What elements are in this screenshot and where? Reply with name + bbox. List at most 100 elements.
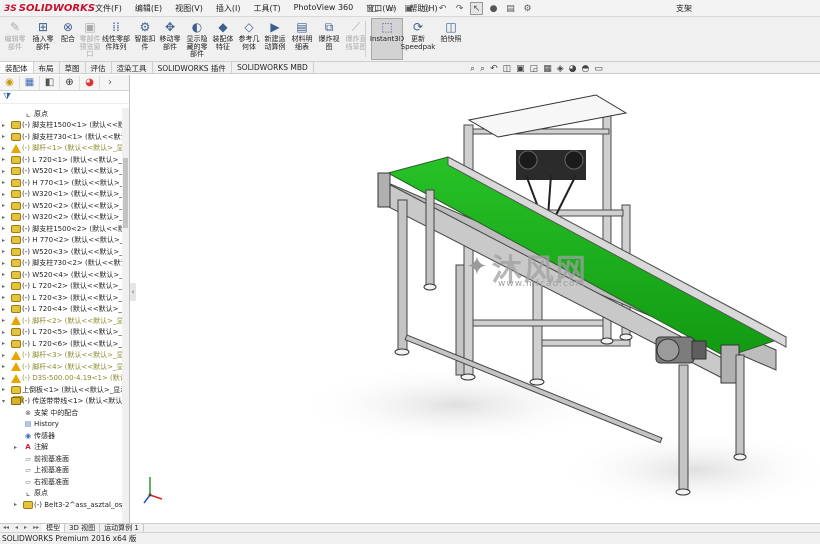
tree-item[interactable]: ⌞ 原点 xyxy=(0,488,123,500)
select-icon[interactable]: ↖ xyxy=(470,2,483,15)
expand-toggle-icon[interactable]: ▸ xyxy=(2,168,10,175)
expand-toggle-icon[interactable]: ▸ xyxy=(2,248,10,255)
apply-scene-icon[interactable]: ◓ xyxy=(581,64,589,74)
tree-item[interactable]: ▸ A 注解 xyxy=(0,442,123,454)
expand-toggle-icon[interactable]: ▸ xyxy=(2,133,10,140)
display-manager-tab-icon[interactable]: ◕ xyxy=(80,75,100,90)
tree-item[interactable]: ▸ (-) W520<3> (默认<<默认>_显示 xyxy=(0,246,123,258)
menu-item[interactable]: PhotoView 360 xyxy=(294,3,354,14)
file-properties-icon[interactable]: ▤ xyxy=(504,2,517,15)
graphics-area[interactable]: ✦ 沐风网 www.mfcad.com xyxy=(136,75,820,523)
command-tab[interactable]: 评估 xyxy=(86,62,112,73)
new-document-icon[interactable]: ▢ xyxy=(368,2,381,15)
expand-toggle-icon[interactable]: ▸ xyxy=(2,156,10,163)
expand-toggle-icon[interactable]: ▸ xyxy=(2,306,10,313)
section-view-icon[interactable]: ◫ xyxy=(503,64,512,74)
property-manager-tab-icon[interactable]: ▦ xyxy=(20,75,40,90)
expand-toggle-icon[interactable]: ▸ xyxy=(2,329,10,336)
tree-item[interactable]: ▱ 前视基准面 xyxy=(0,453,123,465)
edit-appearance-icon[interactable]: ◕ xyxy=(569,64,577,74)
tab-scroll-icon[interactable]: ▸ xyxy=(21,524,30,532)
command-tab[interactable]: 渲染工具 xyxy=(112,62,153,73)
panel-expand-icon[interactable]: › xyxy=(100,76,120,90)
menu-item[interactable]: 编辑(E) xyxy=(135,3,162,14)
dimxpert-tab-icon[interactable]: ⊕ xyxy=(60,75,80,90)
feature-manager-tab-icon[interactable]: ◉ xyxy=(0,75,20,90)
tree-item[interactable]: ▤ History xyxy=(0,419,123,431)
linear-pattern-button[interactable]: ⁞⁞ 线性零部 件阵列 xyxy=(102,19,130,51)
tree-item[interactable]: ▸ (-) W320<2> (默认<<默认>_显示 xyxy=(0,212,123,224)
tree-item[interactable]: ▸ (-) W520<2> (默认<<默认>_显示 xyxy=(0,200,123,212)
expand-toggle-icon[interactable]: ▸ xyxy=(2,237,10,244)
tab-scroll-icon[interactable]: ◂ xyxy=(12,524,21,532)
tree-item[interactable]: ▸ (-) 脚杆<1> (默认<<默认>_显 xyxy=(0,143,123,155)
tree-item[interactable]: ▸ (-) L 720<5> (默认<<默认>_显示 xyxy=(0,327,123,339)
tree-item[interactable]: ▸ (-) 脚杆<4> (默认<<默认>_显 xyxy=(0,361,123,373)
snapshot-button[interactable]: ◫ 拍快照 xyxy=(438,19,464,44)
command-tab[interactable]: 布局 xyxy=(34,62,60,73)
tree-item[interactable]: ▸ (-) D3S-500.00-4.19<1> (默认 xyxy=(0,373,123,385)
expand-toggle-icon[interactable]: ▸ xyxy=(2,214,10,221)
tree-item[interactable]: ▸ 上倒板<1> (默认<<默认>_显示 xyxy=(0,384,123,396)
tree-item[interactable]: ▸ (-) H 770<1> (默认<<默认>_显示 xyxy=(0,177,123,189)
tree-item[interactable]: ⊗ 支架 中的配合 xyxy=(0,407,123,419)
expand-toggle-icon[interactable]: ▸ xyxy=(2,225,10,232)
scrollbar-thumb[interactable] xyxy=(123,158,128,228)
tree-item[interactable]: ▸ (-) 脚支柱1500<2> (默认<<默认>_ xyxy=(0,223,123,235)
display-style-icon[interactable]: ▦ xyxy=(543,64,552,74)
expand-toggle-icon[interactable]: ▸ xyxy=(2,294,10,301)
expand-toggle-icon[interactable]: ▸ xyxy=(2,191,10,198)
tree-item[interactable]: ◉ 传感器 xyxy=(0,430,123,442)
expand-toggle-icon[interactable]: ▸ xyxy=(14,444,22,451)
command-tab[interactable]: 草图 xyxy=(60,62,86,73)
tree-item[interactable]: ▸ (-) W320<1> (默认<<默认>_显示 xyxy=(0,189,123,201)
command-tab[interactable]: 装配体 xyxy=(0,62,34,73)
expand-toggle-icon[interactable]: ▸ xyxy=(2,202,10,209)
expand-toggle-icon[interactable]: ▸ xyxy=(2,122,10,129)
redo-icon[interactable]: ↷ xyxy=(453,2,466,15)
tree-item[interactable]: ▸ (-) L 720<1> (默认<<默认>_显示 xyxy=(0,154,123,166)
tree-scrollbar[interactable] xyxy=(122,108,129,528)
expand-toggle-icon[interactable]: ▸ xyxy=(2,386,10,393)
expand-toggle-icon[interactable]: ▸ xyxy=(2,271,10,278)
undo-icon[interactable]: ↶ xyxy=(436,2,449,15)
insert-component-button[interactable]: ⊞ 插入零 部件 xyxy=(30,19,56,51)
tab-scroll-icon[interactable]: ▸▸ xyxy=(30,524,42,532)
menu-item[interactable]: 文件(F) xyxy=(95,3,122,14)
menu-item[interactable]: 插入(I) xyxy=(216,3,241,14)
bottom-tab[interactable]: 运动算例 1 xyxy=(100,524,144,532)
tree-item[interactable]: ▾ (-) 传送带带线<1> (默认<默认_显 xyxy=(0,396,123,408)
tree-item[interactable]: ▸ (-) W520<4> (默认<<默认>_显示 xyxy=(0,269,123,281)
tree-item[interactable]: ▸ (-) 脚支柱730<2> (默认<<默认>_ xyxy=(0,258,123,270)
command-tab[interactable]: SOLIDWORKS 插件 xyxy=(153,62,232,73)
instant3d-button[interactable]: ⬚ Instant3D xyxy=(370,18,404,60)
print-icon[interactable]: ⎙ xyxy=(419,2,432,15)
previous-view-icon[interactable]: ↶ xyxy=(490,64,498,74)
tree-item[interactable]: ▸ (-) 脚支柱730<1> (默认<<默认>_ xyxy=(0,131,123,143)
tree-item[interactable]: ▸ (-) Belt3-2^ass_asztal_ossze xyxy=(0,499,123,511)
expand-toggle-icon[interactable]: ▸ xyxy=(2,283,10,290)
options-icon[interactable]: ⚙ xyxy=(521,2,534,15)
tree-item[interactable]: ⌞ 原点 xyxy=(0,108,123,120)
tree-item[interactable]: ▱ 上视基准面 xyxy=(0,465,123,477)
command-tab[interactable]: SOLIDWORKS MBD xyxy=(232,62,314,73)
tree-item[interactable]: ▸ (-) 脚杆<3> (默认<<默认>_显 xyxy=(0,350,123,362)
expand-toggle-icon[interactable]: ▾ xyxy=(2,398,10,405)
bottom-tab[interactable]: 模型 xyxy=(42,524,66,532)
expand-toggle-icon[interactable]: ▸ xyxy=(2,363,10,370)
tree-item[interactable]: ▸ (-) L 720<4> (默认<<默认>_显示 xyxy=(0,304,123,316)
configuration-manager-tab-icon[interactable]: ◧ xyxy=(40,75,60,90)
hide-show-items-icon[interactable]: ◈ xyxy=(557,64,564,74)
expand-toggle-icon[interactable]: ▸ xyxy=(2,145,10,152)
save-icon[interactable]: ▣ xyxy=(402,2,415,15)
dynamic-annotation-icon[interactable]: ▣ xyxy=(516,64,525,74)
tree-item[interactable]: ▸ (-) 脚杆<2> (默认<<默认>_显 xyxy=(0,315,123,327)
expand-toggle-icon[interactable]: ▸ xyxy=(2,375,10,382)
expand-toggle-icon[interactable]: ▸ xyxy=(2,352,10,359)
tree-item[interactable]: ▸ (-) L 720<3> (默认<<默认>_显示 xyxy=(0,292,123,304)
menu-item[interactable]: 视图(V) xyxy=(175,3,203,14)
view-orientation-icon[interactable]: ◲ xyxy=(530,64,539,74)
expand-toggle-icon[interactable]: ▸ xyxy=(2,260,10,267)
menu-item[interactable]: 工具(T) xyxy=(253,3,280,14)
bottom-tab[interactable]: 3D 视图 xyxy=(65,524,101,532)
